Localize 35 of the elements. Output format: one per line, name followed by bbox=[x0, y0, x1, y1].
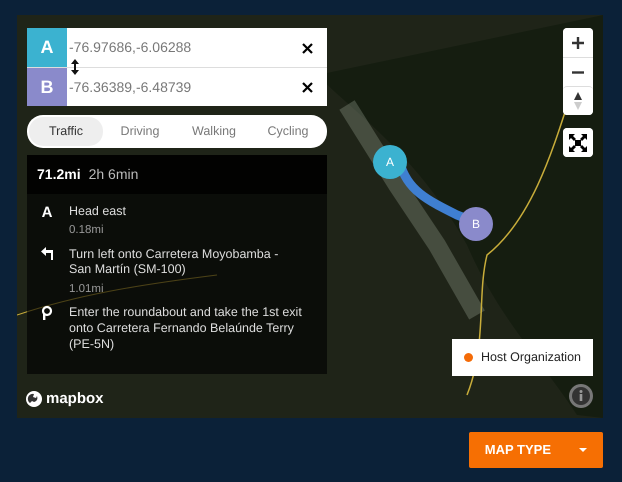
waypoint-letter: B bbox=[27, 68, 67, 106]
mapbox-attribution[interactable]: mapbox bbox=[46, 388, 104, 410]
minus-icon bbox=[572, 70, 584, 74]
route-duration: 2h 6min bbox=[88, 164, 138, 184]
compass-icon bbox=[574, 92, 582, 110]
step-distance: 0.18mi bbox=[69, 223, 105, 238]
turn-left-icon bbox=[41, 246, 53, 260]
compass-button[interactable] bbox=[563, 86, 593, 115]
swap-arrows-icon[interactable] bbox=[70, 59, 80, 75]
plus-icon bbox=[572, 36, 584, 48]
profile-tab[interactable]: Walking bbox=[177, 117, 251, 146]
close-icon bbox=[302, 42, 312, 54]
profile-tab[interactable]: Cycling bbox=[251, 117, 325, 146]
info-icon bbox=[569, 384, 593, 408]
clear-button[interactable] bbox=[287, 68, 327, 106]
step-instruction: Head east bbox=[69, 204, 126, 220]
profile-tab[interactable]: Driving bbox=[103, 117, 177, 146]
fullscreen-button[interactable] bbox=[563, 128, 593, 157]
step-instruction: Turn left onto Carretera Moyobamba - San Martín (SM-100) bbox=[69, 246, 280, 278]
caret-icon bbox=[579, 448, 587, 452]
waypoint-input[interactable]: -76.36389,-6.48739 bbox=[67, 68, 287, 106]
mapbox-logo-icon bbox=[25, 390, 43, 408]
clear-button[interactable] bbox=[287, 28, 327, 67]
step-instruction: Enter the roundabout and take the 1st exit onto Carretera Fernando Belaúnde Terry (PE-5N) bbox=[69, 305, 303, 352]
start-marker-label: A bbox=[42, 204, 52, 223]
legend-label: Host Organization bbox=[480, 349, 581, 366]
profile-tab[interactable]: Traffic bbox=[29, 117, 103, 146]
waypoint-input[interactable]: -76.97686,-6.06288 bbox=[67, 28, 287, 67]
roundabout-icon bbox=[41, 305, 53, 320]
fullscreen-icon bbox=[569, 134, 587, 152]
close-icon bbox=[302, 82, 312, 94]
map-type-dropdown[interactable]: MAP TYPE bbox=[468, 432, 603, 468]
route-distance: 71.2mi bbox=[37, 164, 81, 184]
step-distance: 1.01mi bbox=[69, 282, 105, 296]
waypoint-letter: A bbox=[27, 28, 67, 67]
